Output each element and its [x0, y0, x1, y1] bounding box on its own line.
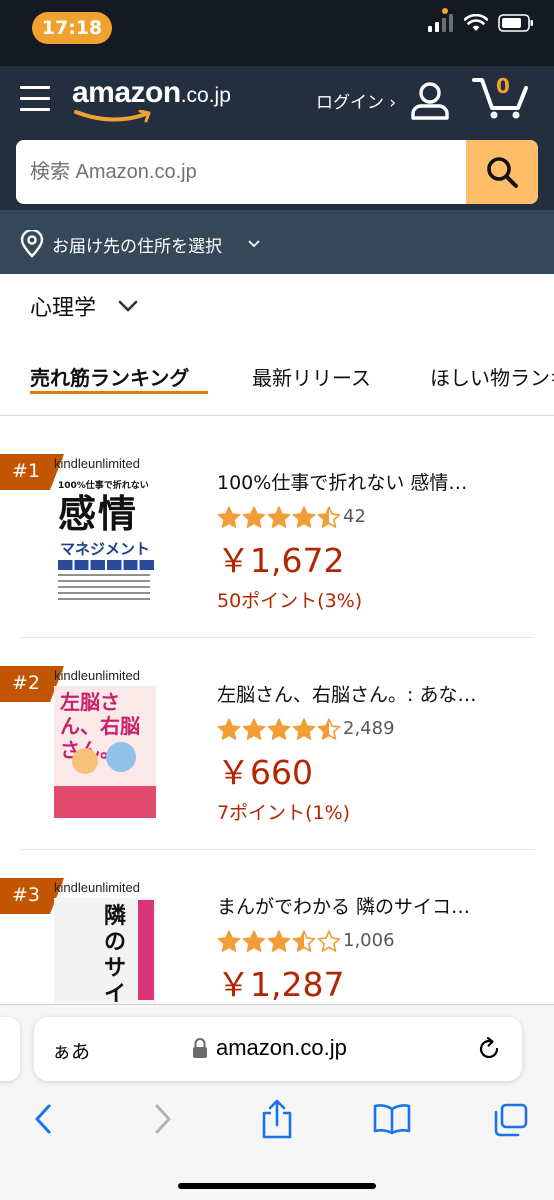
- cover-body-text: [58, 574, 150, 604]
- list-item[interactable]: #2 kindleunlimited 左脳さん、右脳さん。 左脳さん、右脳さん。…: [0, 638, 554, 850]
- address-bar[interactable]: ぁあ amazon.co.jp: [34, 1017, 522, 1081]
- back-icon[interactable]: [32, 1103, 54, 1135]
- star-full-icon: [267, 506, 291, 528]
- battery-icon: [498, 14, 533, 32]
- rank-number: #2: [12, 672, 41, 694]
- star-empty-icon: [317, 930, 341, 952]
- delivery-location-bar[interactable]: お届け先の住所を選択: [0, 210, 554, 274]
- cover-title: 隣のサイコパス: [104, 904, 127, 1004]
- points: 7ポイント(1%): [217, 802, 351, 824]
- cover-character-right: [106, 742, 136, 772]
- status-time: 17:18: [32, 12, 112, 44]
- cover-stripe: [138, 900, 154, 1000]
- home-indicator: [178, 1183, 376, 1189]
- previous-tab-preview[interactable]: [0, 1017, 20, 1081]
- star-half-icon: [317, 718, 341, 740]
- price: ￥1,672: [217, 541, 345, 580]
- cellular-signal-icon: [428, 14, 453, 32]
- star-full-icon: [242, 718, 266, 740]
- forward-icon[interactable]: [152, 1103, 174, 1135]
- status-icons: [428, 14, 534, 32]
- delivery-location-label: お届け先の住所を選択: [52, 237, 222, 257]
- star-full-icon: [292, 718, 316, 740]
- active-tab-indicator: [30, 391, 208, 394]
- star-rating: [217, 718, 341, 740]
- tab-bestsellers[interactable]: 売れ筋ランキング: [30, 362, 189, 391]
- page-settings-button[interactable]: ぁあ: [52, 1037, 90, 1064]
- bookmarks-icon[interactable]: [372, 1103, 412, 1135]
- kindle-unlimited-badge: kindleunlimited: [54, 880, 140, 895]
- ranking-tabs: 売れ筋ランキング 最新リリース ほしい物ランキング: [0, 342, 554, 416]
- tabs-icon[interactable]: [492, 1103, 528, 1137]
- cover-title: 感情: [58, 492, 139, 536]
- reload-icon[interactable]: [476, 1036, 502, 1062]
- points: 50ポイント(3%): [217, 590, 363, 612]
- search-button[interactable]: [466, 140, 538, 204]
- wifi-icon: [464, 14, 488, 31]
- tab-new-releases[interactable]: 最新リリース: [252, 362, 371, 391]
- amazon-header: amazon.co.jp ログイン › 0: [0, 66, 554, 210]
- cover-top-text: 100%仕事で折れない: [58, 481, 149, 491]
- product-title[interactable]: 100%仕事で折れない 感情…: [217, 468, 527, 495]
- logo-smile-icon: [74, 110, 151, 123]
- cover-character-left: [72, 748, 98, 774]
- cart-count: 0: [496, 74, 510, 98]
- product-title[interactable]: まんがでわかる 隣のサイコ…: [217, 892, 527, 919]
- star-full-icon: [217, 718, 241, 740]
- location-pin-icon: [20, 230, 44, 258]
- url-text: amazon.co.jp: [216, 1035, 347, 1060]
- logo-domain: .co.jp: [180, 84, 231, 107]
- tab-wishlist-ranking[interactable]: ほしい物ランキング: [430, 362, 554, 391]
- review-count[interactable]: 1,006: [343, 930, 395, 951]
- star-full-icon: [217, 930, 241, 952]
- kindle-unlimited-badge: kindleunlimited: [54, 668, 140, 683]
- star-half-icon: [292, 930, 316, 952]
- category-selector[interactable]: 心理学: [0, 274, 554, 342]
- share-icon[interactable]: [260, 1099, 294, 1139]
- rank-number: #3: [12, 884, 41, 906]
- star-full-icon: [242, 506, 266, 528]
- lock-icon: [193, 1038, 207, 1058]
- login-link[interactable]: ログイン ›: [316, 88, 396, 113]
- star-full-icon: [267, 930, 291, 952]
- chevron-down-icon: [248, 240, 260, 248]
- star-rating: [217, 506, 341, 528]
- status-bar: 17:18: [0, 0, 554, 66]
- cover-bottom-band: [54, 786, 156, 818]
- star-rating: [217, 930, 341, 952]
- star-full-icon: [242, 930, 266, 952]
- star-full-icon: [217, 506, 241, 528]
- category-label: 心理学: [30, 296, 97, 321]
- price: ￥660: [217, 753, 313, 792]
- review-count[interactable]: 2,489: [343, 718, 395, 739]
- account-icon[interactable]: [410, 80, 450, 120]
- cover-color-tags: [58, 560, 154, 570]
- search-input[interactable]: [16, 140, 466, 204]
- book-cover[interactable]: kindleunlimited 隣のサイコパス: [54, 880, 156, 1004]
- review-count[interactable]: 42: [343, 506, 366, 527]
- star-half-icon: [317, 506, 341, 528]
- rank-number: #1: [12, 460, 41, 482]
- list-item[interactable]: #1 kindleunlimited 100%仕事で折れない 感情 マネジメント…: [0, 426, 554, 638]
- book-cover[interactable]: kindleunlimited 左脳さん、右脳さん。: [54, 668, 156, 818]
- amazon-logo[interactable]: amazon.co.jp: [72, 76, 231, 123]
- menu-icon[interactable]: [20, 86, 50, 112]
- kindle-unlimited-badge: kindleunlimited: [54, 456, 140, 471]
- search-bar: [16, 140, 538, 204]
- cover-subtitle: マネジメント: [60, 540, 151, 558]
- product-title[interactable]: 左脳さん、右脳さん。: あな…: [217, 680, 527, 707]
- safari-toolbar: ぁあ amazon.co.jp: [0, 1004, 554, 1200]
- price: ￥1,287: [217, 965, 345, 1004]
- book-cover[interactable]: kindleunlimited 100%仕事で折れない 感情 マネジメント: [54, 456, 156, 606]
- chevron-down-icon: [118, 300, 138, 312]
- search-icon: [487, 157, 518, 188]
- star-full-icon: [267, 718, 291, 740]
- logo-wordmark: amazon: [72, 76, 181, 109]
- star-full-icon: [292, 506, 316, 528]
